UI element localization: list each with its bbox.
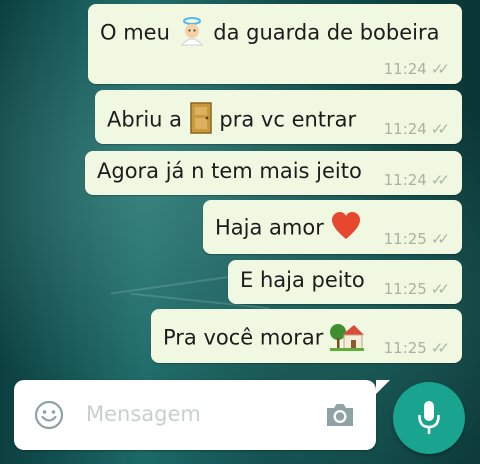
camera-icon[interactable] [324,401,356,429]
message-bubble[interactable]: E haja peito 11:25 ✓✓ [228,260,462,304]
angel-icon [177,16,207,51]
message-time: 11:24 [383,120,427,138]
message-time: 11:24 [383,60,427,78]
message-composer[interactable]: Mensagem [14,380,390,450]
message-text: Haja amor [215,215,324,240]
message-bubble[interactable]: Agora já n tem mais jeito 11:24 ✓✓ [85,151,462,195]
microphone-icon [416,399,442,441]
double-check-icon: ✓✓ [430,339,450,357]
message-time: 11:25 [383,280,427,298]
house-with-garden-icon [330,321,365,356]
voice-record-button[interactable] [393,382,465,454]
message-input[interactable]: Mensagem [86,402,201,426]
message-text: O meu [100,20,170,45]
message-time: 11:25 [383,230,427,248]
double-check-icon: ✓✓ [430,120,450,138]
message-text: pra vc entrar [219,107,357,132]
message-bubble[interactable]: Haja amor 11:25 ✓✓ [203,200,462,254]
message-time: 11:25 [383,339,427,357]
door-icon [189,102,213,139]
message-text: da guarda de bobeira [213,20,440,45]
heart-icon [331,212,361,245]
double-check-icon: ✓✓ [430,230,450,248]
message-text: Agora já n tem mais jeito [97,159,362,183]
double-check-icon: ✓✓ [430,171,450,189]
message-bubble[interactable]: Abriu a pra vc entrar 11:24 ✓✓ [95,90,462,144]
message-bubble[interactable]: Pra você morar 11:25 ✓✓ [151,309,462,363]
message-time: 11:24 [383,171,427,189]
message-bubble[interactable]: O meu da guarda de bobeira 11:24 ✓✓ [88,4,462,84]
double-check-icon: ✓✓ [430,60,450,78]
smiley-icon[interactable] [34,400,64,430]
double-check-icon: ✓✓ [430,280,450,298]
message-text: Abriu a [107,107,183,132]
message-text: Pra você morar [163,325,324,350]
message-text: E haja peito [240,268,365,292]
